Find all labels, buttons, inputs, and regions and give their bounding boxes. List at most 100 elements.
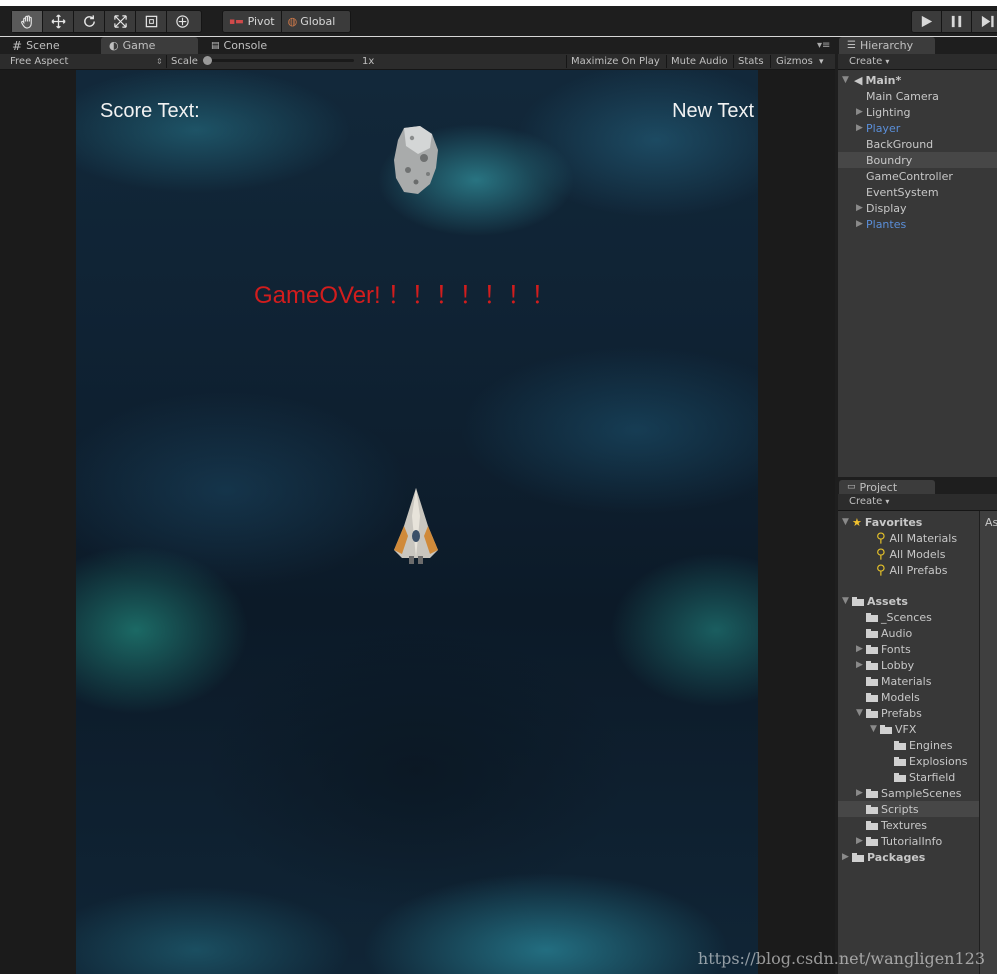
collapse-triangle-icon[interactable]: ▼ [842, 75, 852, 85]
gizmos-dropdown-icon[interactable]: ▾ [819, 54, 824, 69]
collapse-triangle-icon[interactable]: ▼ [842, 517, 852, 527]
tab-console[interactable]: ▤ Console [203, 37, 275, 54]
transform-tools [11, 10, 202, 33]
folder-icon [894, 756, 906, 766]
hierarchy-create-button[interactable]: Create ▾ [849, 54, 889, 69]
collapse-triangle-icon[interactable]: ▼ [870, 724, 880, 734]
scale-slider-thumb[interactable] [203, 56, 212, 65]
global-label: Global [300, 15, 336, 28]
hierarchy-item-label: EventSystem [866, 185, 939, 199]
expand-triangle-icon[interactable]: ▶ [856, 644, 866, 654]
assets-header[interactable]: ▼ Assets [838, 593, 979, 609]
asset-folder-item[interactable]: Models [838, 689, 979, 705]
asset-folder-item[interactable]: Starfield [838, 769, 979, 785]
expand-triangle-icon[interactable]: ▶ [856, 836, 866, 846]
scale-slider-track[interactable] [204, 59, 354, 62]
player-ship-sprite [394, 488, 438, 564]
hierarchy-item[interactable]: GameController [838, 168, 997, 184]
transform-tool-icon[interactable] [167, 11, 198, 32]
tab-menu-icon[interactable]: ▾≡ [817, 40, 830, 51]
favorites-header[interactable]: ▼ ★ Favorites [838, 514, 979, 530]
asset-folder-item[interactable]: ▼ Prefabs [838, 705, 979, 721]
expand-triangle-icon[interactable]: ▶ [856, 203, 866, 213]
scale-tool-icon[interactable] [105, 11, 136, 32]
asteroid-sprite [394, 126, 438, 194]
maximize-on-play-button[interactable]: Maximize On Play [571, 54, 660, 69]
asset-folder-item[interactable]: Engines [838, 737, 979, 753]
folder-icon [866, 660, 878, 670]
folder-icon [866, 628, 878, 638]
hand-tool-icon[interactable] [12, 11, 43, 32]
asset-folder-item[interactable]: Scripts [838, 801, 979, 817]
asset-folder-item[interactable]: ▶ Lobby [838, 657, 979, 673]
pivot-toggle[interactable]: ▪▬ Pivot [223, 11, 282, 32]
hierarchy-item[interactable]: ▶ Display [838, 200, 997, 216]
mute-audio-button[interactable]: Mute Audio [671, 54, 728, 69]
tab-hierarchy[interactable]: ☰ Hierarchy [839, 37, 935, 54]
aspect-dropdown[interactable]: Free Aspect [10, 54, 68, 69]
hierarchy-item[interactable]: ▶ Plantes [838, 216, 997, 232]
asset-folder-item[interactable]: Audio [838, 625, 979, 641]
aspect-updown-icon: ⇕ [156, 57, 163, 66]
asset-folder-item-label: Fonts [881, 642, 911, 656]
globe-icon: ◍ [287, 15, 298, 28]
project-create-button[interactable]: Create ▾ [849, 494, 889, 509]
packages-header[interactable]: ▶ Packages [838, 849, 979, 865]
tab-scene[interactable]: # Scene [4, 37, 68, 54]
move-tool-icon[interactable] [43, 11, 74, 32]
collapse-triangle-icon[interactable]: ▼ [856, 708, 866, 718]
play-icon[interactable] [912, 11, 942, 32]
hierarchy-item-label: Display [866, 201, 907, 215]
asset-folder-item[interactable]: _Scences [838, 609, 979, 625]
asset-folder-item[interactable]: Explosions [838, 753, 979, 769]
expand-triangle-icon[interactable]: ▶ [842, 852, 852, 862]
expand-triangle-icon[interactable]: ▶ [856, 219, 866, 229]
pause-icon[interactable] [942, 11, 972, 32]
gizmos-button[interactable]: Gizmos [776, 54, 813, 69]
asset-folder-item-label: Scripts [881, 802, 919, 816]
asset-folder-item[interactable]: Textures [838, 817, 979, 833]
stats-button[interactable]: Stats [738, 54, 764, 69]
asset-folder-item[interactable]: ▶ TutorialInfo [838, 833, 979, 849]
tab-project[interactable]: ▭ Project [839, 480, 935, 494]
view-tabbar: # Scene ◐ Game ▤ Console ▾≡ [0, 37, 835, 54]
pivot-global-group: ▪▬ Pivot ◍ Global [222, 10, 351, 33]
folder-tab-icon: ▭ [847, 482, 856, 492]
collapse-triangle-icon[interactable]: ▼ [842, 596, 852, 606]
scene-name: Main* [865, 73, 902, 87]
expand-triangle-icon[interactable]: ▶ [856, 660, 866, 670]
step-icon[interactable] [972, 11, 997, 32]
hierarchy-item[interactable]: ▶ Lighting [838, 104, 997, 120]
hierarchy-item[interactable]: ▶ Player [838, 120, 997, 136]
expand-triangle-icon[interactable]: ▶ [856, 123, 866, 133]
asset-folder-item-label: VFX [895, 722, 917, 736]
favorite-item[interactable]: ⚲ All Models [838, 546, 979, 562]
hierarchy-item[interactable]: EventSystem [838, 184, 997, 200]
asset-folder-item[interactable]: ▼ VFX [838, 721, 979, 737]
rect-tool-icon[interactable] [136, 11, 167, 32]
folder-icon [880, 724, 892, 734]
asset-folder-item-label: Textures [881, 818, 927, 832]
asset-folder-item[interactable]: Materials [838, 673, 979, 689]
hierarchy-item[interactable]: BackGround [838, 136, 997, 152]
folder-icon [866, 820, 878, 830]
expand-triangle-icon[interactable]: ▶ [856, 788, 866, 798]
favorite-item[interactable]: ⚲ All Prefabs [838, 562, 979, 578]
folder-icon [866, 612, 878, 622]
hierarchy-item[interactable]: Main Camera [838, 88, 997, 104]
asset-folder-item[interactable]: ▶ SampleScenes [838, 785, 979, 801]
game-canvas[interactable]: Score Text: New Text GameOVer! ！！！！！！！ [76, 70, 758, 974]
hierarchy-item[interactable]: Boundry [838, 152, 997, 168]
asset-folder-item[interactable]: ▶ Fonts [838, 641, 979, 657]
expand-triangle-icon[interactable]: ▶ [856, 107, 866, 117]
tab-game[interactable]: ◐ Game [101, 37, 198, 54]
rotate-tool-icon[interactable] [74, 11, 105, 32]
scene-root[interactable]: ▼ ◀ Main* [838, 72, 997, 88]
unity-scene-icon: ◀ [854, 73, 863, 87]
game-view[interactable]: Score Text: New Text GameOVer! ！！！！！！！ [0, 70, 835, 974]
hierarchy-item-label: Lighting [866, 105, 911, 119]
asset-folder-item-label: Starfield [909, 770, 956, 784]
global-toggle[interactable]: ◍ Global [282, 11, 342, 32]
hierarchy-panel: Create ▾ ▼ ◀ Main* Main Camera ▶ Lighting ▶… [838, 54, 997, 477]
favorite-item[interactable]: ⚲ All Materials [838, 530, 979, 546]
